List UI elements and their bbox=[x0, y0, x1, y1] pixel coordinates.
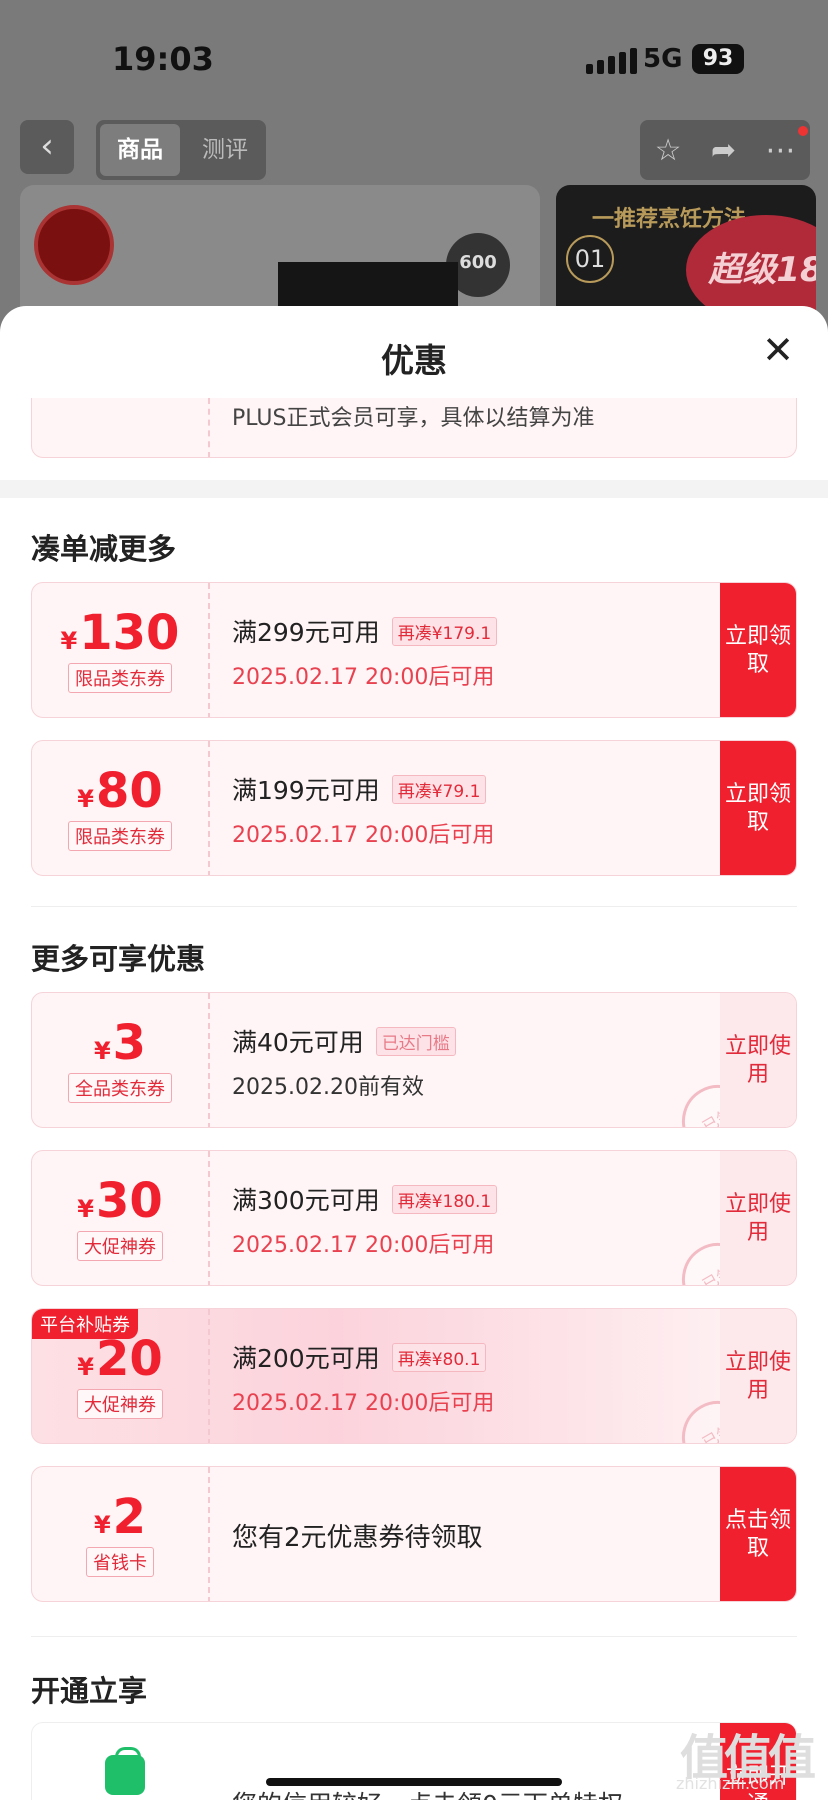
coupon-divider bbox=[208, 1151, 210, 1285]
coupon-validity: 2025.02.17 20:00后可用 bbox=[232, 665, 495, 690]
coupon-card: ¥20 大促神券 平台补贴券 满200元可用 再凑¥80.1 2025.02.17… bbox=[31, 1308, 797, 1444]
claim-button[interactable]: 立即领取 bbox=[720, 741, 796, 875]
watermark-url: zhizhizhi.com bbox=[676, 1774, 785, 1793]
coupon-gap-tag: 再凑¥179.1 bbox=[391, 616, 498, 646]
star-icon[interactable]: ☆ bbox=[655, 133, 682, 168]
coupon-validity: 2025.02.20前有效 bbox=[232, 1075, 424, 1100]
coupon-value: ¥130 限品类东券 bbox=[32, 583, 208, 717]
coupon-type: 限品类东券 bbox=[68, 663, 172, 693]
nav-actions: ☆ ➦ ⋯ bbox=[640, 120, 810, 180]
battery-icon: 93 bbox=[692, 44, 744, 74]
coupon-condition: 满300元可用 再凑¥180.1 bbox=[232, 1181, 732, 1217]
home-indicator[interactable] bbox=[266, 1778, 562, 1786]
coupon-details: 满299元可用 再凑¥179.1 2025.02.17 20:00后可用 bbox=[232, 613, 732, 691]
coupon-card: ¥130 限品类东券 满299元可用 再凑¥179.1 2025.02.17 20… bbox=[31, 582, 797, 718]
status-bar: 19:03 5G 93 bbox=[0, 0, 828, 110]
coupon-details: 满300元可用 再凑¥180.1 2025.02.17 20:00后可用 bbox=[232, 1181, 732, 1259]
coupon-divider bbox=[208, 583, 210, 717]
section-title-open: 开通立享 bbox=[31, 1674, 148, 1708]
coupon-condition: 满200元可用 再凑¥80.1 bbox=[232, 1339, 732, 1375]
divider bbox=[31, 906, 797, 907]
section-separator bbox=[0, 480, 828, 498]
status-time: 19:03 bbox=[112, 40, 214, 78]
coupon-card: ¥30 大促神券 满300元可用 再凑¥180.1 2025.02.17 20:0… bbox=[31, 1150, 797, 1286]
coupon-value: ¥3 全品类东券 bbox=[32, 993, 208, 1127]
coupon-type: 限品类东券 bbox=[68, 821, 172, 851]
coupon-divider bbox=[208, 1467, 210, 1601]
coupon-gap-tag: 再凑¥180.1 bbox=[391, 1184, 498, 1214]
coupon-condition: 满199元可用 再凑¥79.1 bbox=[232, 771, 732, 807]
coupon-amount: ¥3 bbox=[93, 1015, 147, 1071]
coupon-value: ¥2 省钱卡 bbox=[32, 1467, 208, 1601]
coupon-gap-tag: 再凑¥79.1 bbox=[391, 774, 487, 804]
cooking-step-number: 01 bbox=[566, 235, 614, 283]
coupon-type: 大促神券 bbox=[77, 1389, 163, 1419]
coupon-card: ¥80 限品类东券 满199元可用 再凑¥79.1 2025.02.17 20:0… bbox=[31, 740, 797, 876]
claim-button[interactable]: 立即领取 bbox=[720, 583, 796, 717]
use-button[interactable]: 立即使用 bbox=[720, 993, 796, 1127]
more-icon[interactable]: ⋯ bbox=[765, 133, 795, 168]
notification-dot bbox=[798, 126, 808, 136]
coupon-divider bbox=[208, 1309, 210, 1443]
coupon-value: ¥80 限品类东券 bbox=[32, 741, 208, 875]
coupon-value: ¥30 大促神券 bbox=[32, 1151, 208, 1285]
coupon-divider bbox=[208, 993, 210, 1127]
coupon-validity: 2025.02.17 20:00后可用 bbox=[232, 1233, 495, 1258]
platform-subsidy-tag: 平台补贴券 bbox=[32, 1309, 138, 1339]
use-button[interactable]: 立即使用 bbox=[720, 1309, 796, 1443]
coupon-details: 满199元可用 再凑¥79.1 2025.02.17 20:00后可用 bbox=[232, 771, 732, 849]
tab-review[interactable]: 测评 bbox=[192, 124, 258, 176]
coupon-condition: 满40元可用 已达门槛 bbox=[232, 1023, 732, 1059]
shopping-bag-icon bbox=[105, 1747, 145, 1795]
plus-coupon-card: PLUS正式会员可享，具体以结算为准 bbox=[31, 398, 797, 458]
top-nav: ‹ 商品 测评 ☆ ➦ ⋯ bbox=[0, 118, 828, 180]
coupon-card: ¥3 全品类东券 满40元可用 已达门槛 2025.02.20前有效 已领 立即使… bbox=[31, 992, 797, 1128]
section-title-combine: 凑单减更多 bbox=[31, 532, 177, 566]
coupon-amount: ¥130 bbox=[60, 605, 180, 661]
brand-logo bbox=[34, 205, 114, 285]
coupon-details: 满200元可用 再凑¥80.1 2025.02.17 20:00后可用 bbox=[232, 1339, 732, 1417]
coupon-validity: 2025.02.17 20:00后可用 bbox=[232, 823, 495, 848]
coupon-type: 大促神券 bbox=[77, 1231, 163, 1261]
threshold-met-tag: 已达门槛 bbox=[375, 1026, 456, 1056]
back-button[interactable]: ‹ bbox=[20, 120, 74, 174]
coupon-validity: 2025.02.17 20:00后可用 bbox=[232, 1391, 495, 1416]
network-type: 5G bbox=[643, 44, 683, 74]
section-title-more: 更多可享优惠 bbox=[31, 942, 206, 976]
discount-sheet: 优惠 ✕ PLUS正式会员可享，具体以结算为准 凑单减更多 ¥130 限品类东券… bbox=[0, 306, 828, 1800]
use-button[interactable]: 立即使用 bbox=[720, 1151, 796, 1285]
coupon-amount: ¥20 bbox=[77, 1331, 163, 1387]
signal-icon bbox=[586, 48, 637, 74]
coupon-amount: ¥2 bbox=[93, 1489, 147, 1545]
coupon-amount: ¥30 bbox=[77, 1173, 163, 1229]
coupon-divider bbox=[208, 398, 210, 457]
coupon-amount: ¥80 bbox=[77, 763, 163, 819]
plus-offer-text: 您的信用较好，点击领0元下单特权 bbox=[232, 1785, 623, 1800]
claim-button[interactable]: 点击领取 bbox=[720, 1467, 796, 1601]
coupon-condition: 满299元可用 再凑¥179.1 bbox=[232, 613, 732, 649]
sheet-title: 优惠 bbox=[381, 341, 447, 380]
tab-goods[interactable]: 商品 bbox=[100, 124, 180, 176]
coupon-gap-tag: 再凑¥80.1 bbox=[391, 1342, 487, 1372]
coupon-type: 全品类东券 bbox=[68, 1073, 172, 1103]
coupon-card: ¥2 省钱卡 您有2元优惠券待领取 点击领取 bbox=[31, 1466, 797, 1602]
coupon-details: 满40元可用 已达门槛 2025.02.20前有效 bbox=[232, 1023, 732, 1101]
share-icon[interactable]: ➦ bbox=[711, 133, 736, 168]
tab-bar: 商品 测评 bbox=[96, 120, 266, 180]
plus-coupon-note: PLUS正式会员可享，具体以结算为准 bbox=[232, 406, 595, 431]
divider bbox=[31, 1636, 797, 1637]
coupon-divider bbox=[208, 741, 210, 875]
coupon-type: 省钱卡 bbox=[86, 1547, 154, 1577]
coupon-condition: 您有2元优惠券待领取 bbox=[232, 1523, 483, 1553]
close-icon[interactable]: ✕ bbox=[760, 331, 796, 369]
